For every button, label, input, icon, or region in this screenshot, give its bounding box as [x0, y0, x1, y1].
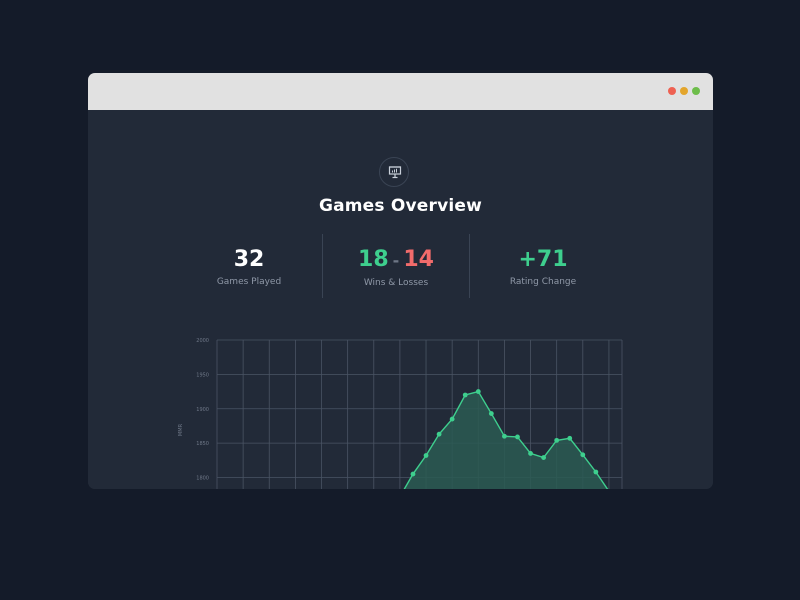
y-tick-label: 1900 — [196, 407, 209, 413]
data-point — [528, 451, 533, 456]
data-point — [593, 469, 599, 475]
data-point — [580, 452, 586, 458]
data-point — [541, 455, 547, 460]
data-point — [436, 431, 442, 437]
close-window-button[interactable] — [668, 87, 676, 95]
y-axis-label: MMR — [178, 423, 184, 436]
app-window: Games Overview 32 Games Played 18-14 Win… — [88, 73, 713, 489]
rating-history-chart: 20001950190018501800175017001680MMR — [178, 338, 623, 489]
data-point — [515, 434, 520, 440]
main-content: Games Overview 32 Games Played 18-14 Win… — [88, 110, 713, 489]
data-point — [554, 437, 560, 443]
data-point — [462, 392, 468, 398]
title-bar — [88, 73, 713, 110]
minimize-window-button[interactable] — [680, 87, 688, 95]
data-point — [475, 389, 481, 394]
data-point — [449, 416, 455, 422]
data-point — [502, 433, 507, 439]
data-point — [488, 411, 494, 416]
y-tick-label: 2000 — [196, 338, 209, 344]
y-tick-label: 1950 — [196, 372, 209, 378]
data-point — [423, 453, 429, 458]
data-point — [567, 435, 573, 441]
y-tick-label: 1850 — [196, 441, 209, 447]
y-tick-label: 1800 — [196, 476, 209, 482]
maximize-window-button[interactable] — [692, 87, 700, 95]
data-point — [410, 471, 416, 477]
